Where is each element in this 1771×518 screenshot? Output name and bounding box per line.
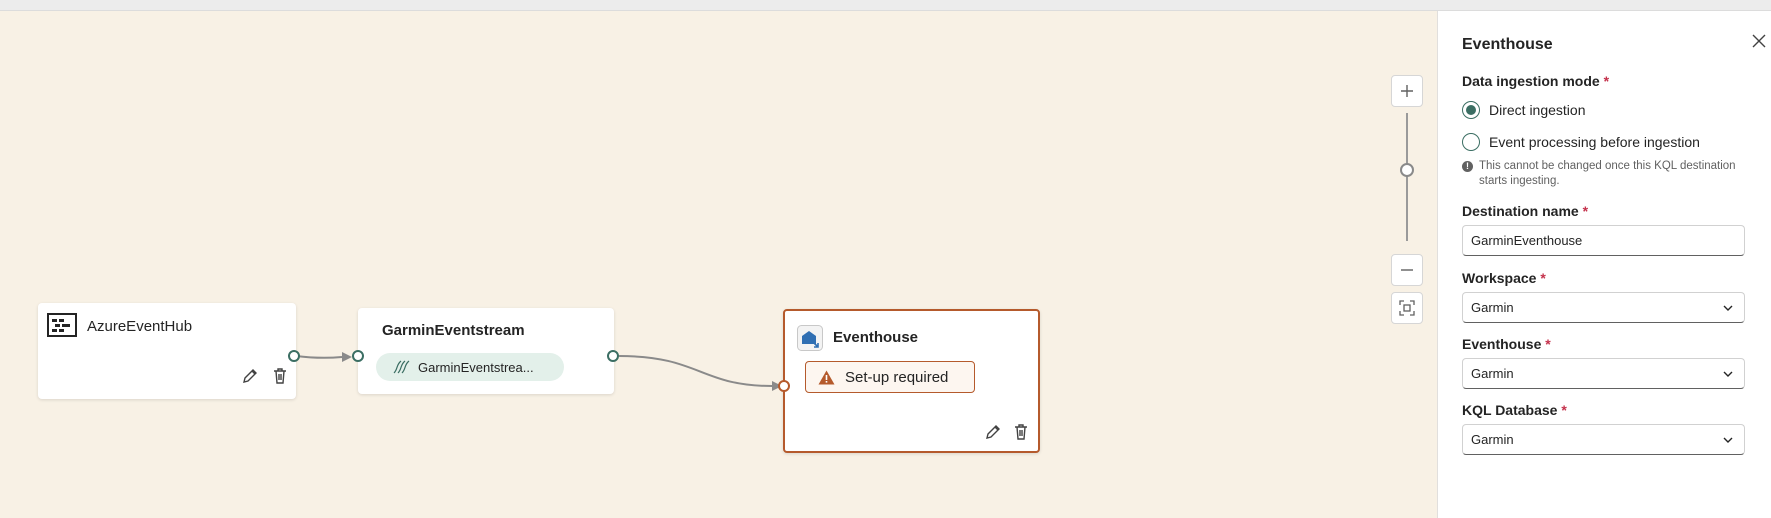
edge-stream-to-destination — [618, 355, 773, 387]
dropdown-value: Garmin — [1471, 432, 1514, 447]
zoom-in-button[interactable] — [1391, 75, 1423, 107]
edge-arrowhead-1 — [342, 352, 352, 362]
eventstream-chip[interactable]: GarminEventstrea... — [376, 353, 564, 381]
eventhouse-icon — [797, 325, 823, 351]
input-port[interactable] — [352, 350, 364, 362]
chevron-down-icon — [1723, 371, 1733, 377]
ingestion-note: ! This cannot be changed once this KQL d… — [1462, 159, 1752, 189]
node-garmin-eventstream[interactable]: GarminEventstream GarminEventstrea... — [358, 308, 614, 394]
canvas[interactable]: AzureEventHub GarminEventstream GarminEv… — [0, 11, 1437, 518]
node-title: Eventhouse — [833, 329, 919, 346]
radio-event-processing[interactable]: Event processing before ingestion — [1462, 133, 1700, 151]
properties-panel: Eventhouse Data ingestion mode * Direct … — [1437, 11, 1771, 518]
delete-icon[interactable] — [1011, 422, 1031, 442]
node-azure-event-hub[interactable]: AzureEventHub — [38, 303, 296, 399]
top-bar — [0, 0, 1771, 11]
output-port[interactable] — [607, 350, 619, 362]
panel-title: Eventhouse — [1462, 36, 1553, 53]
node-title: GarminEventstream — [382, 322, 525, 339]
node-eventhouse[interactable]: Eventhouse Set-up required — [783, 309, 1040, 453]
setup-required-label: Set-up required — [845, 368, 949, 386]
eventhouse-label: Eventhouse * — [1462, 336, 1551, 352]
radio-circle[interactable] — [1462, 101, 1480, 119]
kql-database-dropdown[interactable]: Garmin — [1462, 424, 1745, 455]
chevron-down-icon — [1723, 305, 1733, 311]
kql-database-label: KQL Database * — [1462, 402, 1567, 418]
zoom-out-button[interactable] — [1391, 254, 1423, 286]
radio-selected-dot — [1466, 105, 1476, 115]
workspace-label: Workspace * — [1462, 270, 1546, 286]
delete-icon[interactable] — [270, 366, 290, 386]
radio-label: Event processing before ingestion — [1489, 134, 1700, 150]
zoom-in-icon — [1401, 85, 1413, 97]
input-port[interactable] — [778, 380, 790, 392]
fit-view-button[interactable] — [1391, 292, 1423, 324]
info-icon: ! — [1462, 161, 1473, 172]
destination-name-input[interactable]: GarminEventhouse — [1462, 225, 1745, 256]
zoom-slider-thumb[interactable] — [1400, 163, 1414, 177]
close-icon[interactable] — [1749, 31, 1769, 51]
edges-layer — [295, 352, 782, 391]
chevron-down-icon — [1723, 437, 1733, 443]
eventhouse-dropdown[interactable]: Garmin — [1462, 358, 1745, 389]
eventstream-icon — [392, 359, 410, 375]
input-value: GarminEventhouse — [1471, 233, 1583, 248]
edit-icon[interactable] — [983, 422, 1003, 442]
ingestion-mode-label: Data ingestion mode * — [1462, 73, 1610, 89]
workspace-dropdown[interactable]: Garmin — [1462, 292, 1745, 323]
dropdown-value: Garmin — [1471, 300, 1514, 315]
zoom-slider-track[interactable] — [1406, 113, 1408, 241]
zoom-out-icon — [1401, 269, 1413, 271]
note-text: This cannot be changed once this KQL des… — [1479, 160, 1736, 187]
setup-required-badge[interactable]: Set-up required — [805, 361, 975, 393]
destination-name-label: Destination name * — [1462, 203, 1589, 219]
node-title: AzureEventHub — [87, 318, 193, 335]
radio-label: Direct ingestion — [1489, 102, 1586, 118]
eventstream-chip-label: GarminEventstrea... — [418, 359, 534, 375]
dropdown-value: Garmin — [1471, 366, 1514, 381]
edge-source-to-stream — [295, 355, 343, 359]
radio-circle[interactable] — [1462, 133, 1480, 151]
event-hub-icon — [47, 313, 77, 337]
radio-direct-ingestion[interactable]: Direct ingestion — [1462, 101, 1586, 119]
fit-view-icon — [1399, 300, 1415, 316]
output-port[interactable] — [288, 350, 300, 362]
warning-icon — [818, 370, 835, 385]
edit-icon[interactable] — [240, 366, 260, 386]
